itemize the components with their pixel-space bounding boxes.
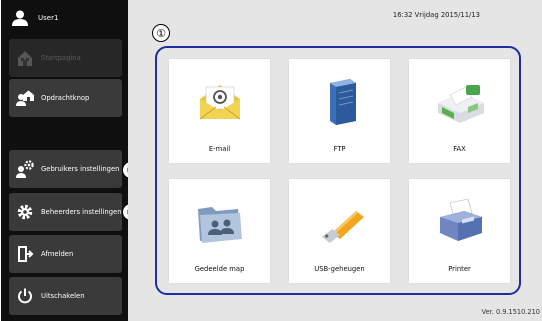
tile-usb[interactable]: USB-geheugen <box>289 179 390 283</box>
usb-drive-icon <box>321 211 364 243</box>
sidebar-item-afmelden[interactable]: Afmelden <box>9 235 122 273</box>
sidebar-item-label: Afmelden <box>41 250 74 258</box>
tile-fax[interactable]: FAX <box>409 59 510 163</box>
tile-label: FAX <box>453 145 466 153</box>
tile-label: FTP <box>333 145 346 153</box>
callout-1: ① <box>152 24 170 42</box>
version-text: Ver. 0.9.1510.210 <box>481 308 540 316</box>
printer-icon <box>439 198 482 241</box>
gear-icon <box>17 204 33 220</box>
user-monitor-icon <box>16 90 34 106</box>
user-icon <box>12 10 28 26</box>
clock-text: 16:32 Vrijdag 2015/11/13 <box>392 11 480 19</box>
tile-shared-folder[interactable]: Gedeelde map <box>169 179 270 283</box>
sidebar-item-beheerders-instellingen[interactable]: Beheerders instellingen <box>9 193 122 231</box>
power-icon <box>18 288 32 304</box>
sidebar-item-label: Opdrachtknop <box>41 94 90 102</box>
sidebar-item-startpagina: Startpagina <box>9 39 122 77</box>
tile-email[interactable]: E-mail <box>169 59 270 163</box>
sidebar-item-label: Beheerders instellingen <box>41 208 122 216</box>
tile-printer[interactable]: Printer <box>409 179 510 283</box>
home-icon <box>18 51 32 66</box>
tile-label: Gedeelde map <box>194 265 245 273</box>
main-area: 16:32 Vrijdag 2015/11/13 ① E-mail FTP FA… <box>128 0 542 321</box>
user-indicator: User1 <box>11 6 121 30</box>
sidebar-item-label: Gebruikers instellingen <box>41 165 120 173</box>
tile-label: USB-geheugen <box>314 265 365 273</box>
sidebar-item-gebruikers-instellingen[interactable]: Gebruikers instellingen <box>9 150 122 188</box>
sidebar: User1 Startpagina Opdrachtknop Gebruiker… <box>1 0 140 321</box>
fax-icon <box>437 85 484 123</box>
user-name: User1 <box>38 14 59 22</box>
user-gear-icon <box>16 160 34 178</box>
server-icon <box>329 79 356 125</box>
sidebar-item-opdrachtknop[interactable]: Opdrachtknop <box>9 79 122 117</box>
sidebar-item-label: Uitschakelen <box>41 292 85 300</box>
logout-icon <box>18 246 34 262</box>
tile-label: E-mail <box>208 145 231 153</box>
sidebar-item-label: Startpagina <box>41 54 81 62</box>
tile-ftp[interactable]: FTP <box>289 59 390 163</box>
shared-folder-icon <box>197 207 242 243</box>
email-icon <box>199 85 240 120</box>
sidebar-item-uitschakelen[interactable]: Uitschakelen <box>9 277 122 315</box>
app-window: User1 Startpagina Opdrachtknop Gebruiker… <box>0 0 542 321</box>
tile-label: Printer <box>448 265 471 273</box>
